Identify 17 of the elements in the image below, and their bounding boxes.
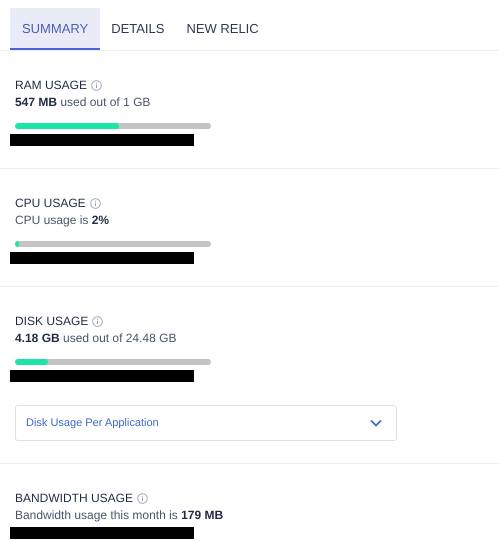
tab[interactable]: NEW RELIC: [175, 8, 270, 50]
usage-text: 4.18 GB used out of 24.48 GB: [15, 331, 176, 345]
info-icon[interactable]: [91, 80, 102, 90]
section-title: BANDWIDTH USAGE: [15, 491, 134, 505]
info-icon[interactable]: [92, 316, 104, 326]
tab[interactable]: DETAILS: [100, 8, 176, 50]
section-title: RAM USAGE: [15, 78, 88, 92]
tab[interactable]: SUMMARY: [10, 8, 100, 50]
usage-text: Bandwidth usage this month is 179 MB: [15, 508, 224, 522]
section-title: CPU USAGE: [15, 196, 86, 210]
usage-text: 547 MB used out of 1 GB: [15, 95, 150, 109]
usage-text: CPU usage is 2%: [15, 213, 110, 227]
chevron-down-icon: [370, 419, 382, 427]
info-icon[interactable]: [137, 492, 148, 504]
info-icon[interactable]: [90, 198, 101, 208]
dropdown[interactable]: Disk Usage Per Application: [15, 405, 397, 441]
section-title: DISK USAGE: [15, 314, 88, 328]
